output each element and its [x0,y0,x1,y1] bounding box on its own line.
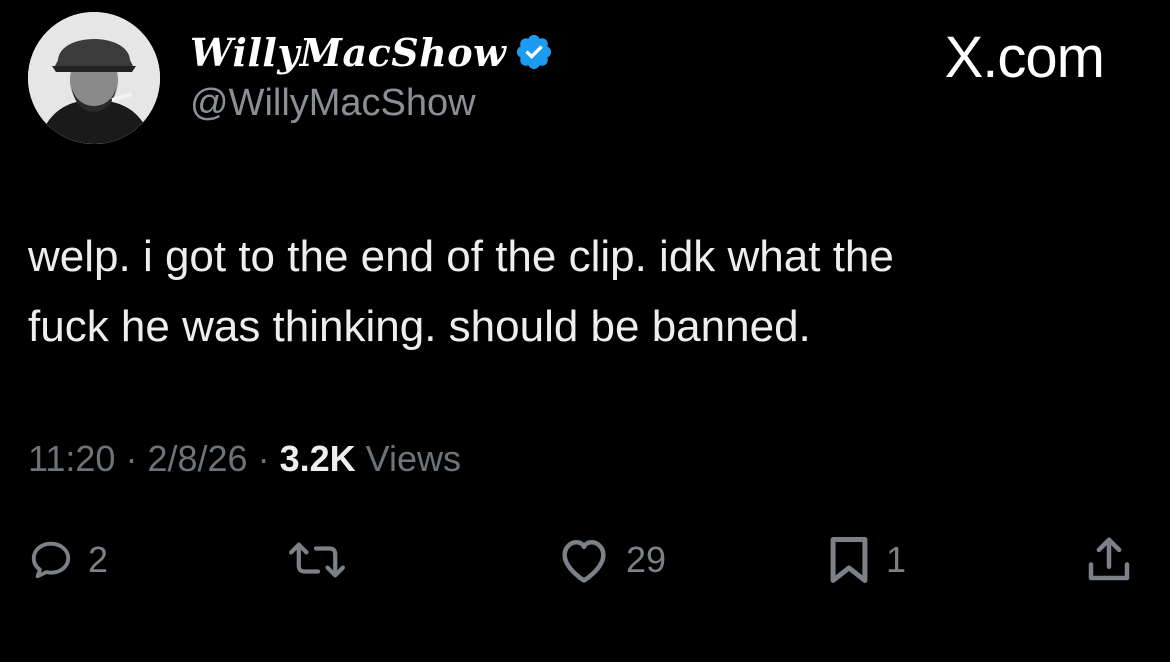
repost-button[interactable] [284,532,364,588]
repost-icon [289,542,345,578]
meta-separator: · [125,438,138,479]
meta-separator: · [257,438,270,479]
views-label: Views [365,438,462,479]
views-count: 3.2K [279,438,356,479]
bookmark-button[interactable]: 1 [826,532,906,588]
display-name[interactable]: WillyMacShow [190,22,554,82]
avatar-photo [28,12,160,144]
reply-count: 2 [88,539,109,580]
share-icon [1088,537,1130,581]
reply-button[interactable]: 2 [28,532,108,588]
brand-label: X.com [944,25,1105,90]
tweet-date[interactable]: 2/8/26 [147,438,247,479]
tweet-time[interactable]: 11:20 [28,438,115,479]
like-button[interactable]: 29 [556,532,666,588]
bookmark-icon [830,537,868,583]
reply-icon [31,541,71,579]
tweet-text: welp. i got to the end of the clip. idk … [28,232,894,351]
display-name-text[interactable]: WillyMacShow [190,30,506,75]
verified-badge-icon [517,34,552,70]
tweet-meta: 11:20 · 2/8/26 · 3.2K Views [28,438,461,480]
heart-icon [562,540,606,583]
like-count: 29 [626,539,667,580]
bookmark-count: 1 [886,539,907,580]
avatar[interactable] [28,12,160,144]
share-button[interactable] [1082,532,1136,588]
user-handle[interactable]: @WillyMacShow [190,82,476,125]
